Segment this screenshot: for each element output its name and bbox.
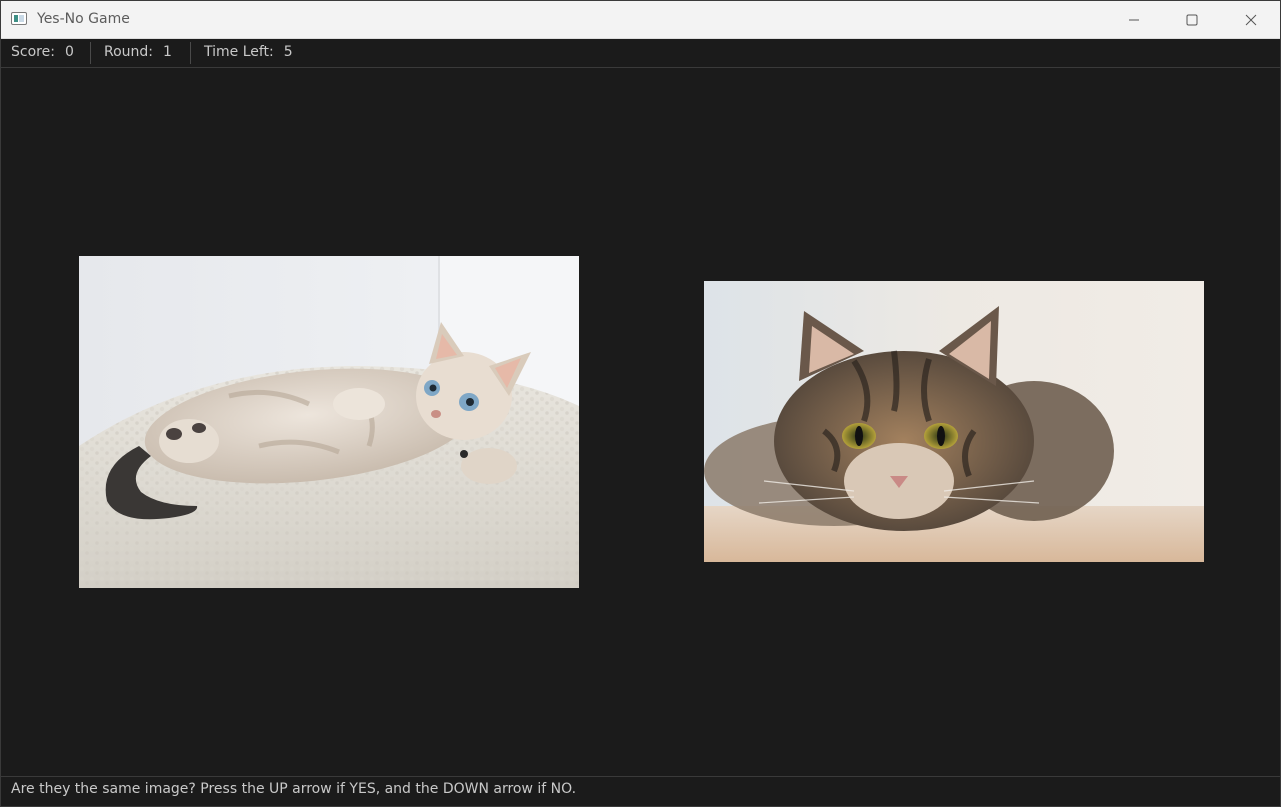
right-image (704, 281, 1204, 562)
score-display: Score: 0 (11, 44, 74, 60)
tabby-cat-photo (704, 281, 1204, 562)
round-label: Round: (104, 44, 154, 60)
instruction-bar: Are they the same image? Press the UP ar… (1, 776, 1280, 806)
score-label: Score: (11, 44, 55, 60)
app-icon (11, 12, 27, 25)
status-divider (190, 42, 191, 64)
left-image (79, 256, 579, 588)
title-bar[interactable]: Yes-No Game (1, 1, 1280, 39)
round-display: Round: 1 (104, 44, 172, 60)
score-value: 0 (64, 44, 74, 60)
time-left-value: 5 (283, 44, 293, 60)
maximize-button[interactable] (1164, 1, 1220, 38)
minimize-button[interactable] (1106, 1, 1162, 38)
minimize-icon (1129, 19, 1139, 20)
window-title: Yes-No Game (37, 11, 130, 27)
status-divider (90, 42, 91, 64)
time-left-label: Time Left: (204, 44, 274, 60)
kitten-photo (79, 256, 579, 588)
instruction-text: Are they the same image? Press the UP ar… (11, 781, 577, 797)
close-icon (1245, 14, 1257, 25)
game-status-bar: Score: 0 Round: 1 Time Left: 5 (1, 39, 1280, 68)
round-value: 1 (163, 44, 172, 60)
app-window: Yes-No Game Score: 0 Round: 1 Time Left:… (0, 0, 1281, 807)
time-left-display: Time Left: 5 (204, 44, 293, 60)
maximize-icon (1186, 14, 1198, 25)
close-button[interactable] (1223, 1, 1279, 38)
